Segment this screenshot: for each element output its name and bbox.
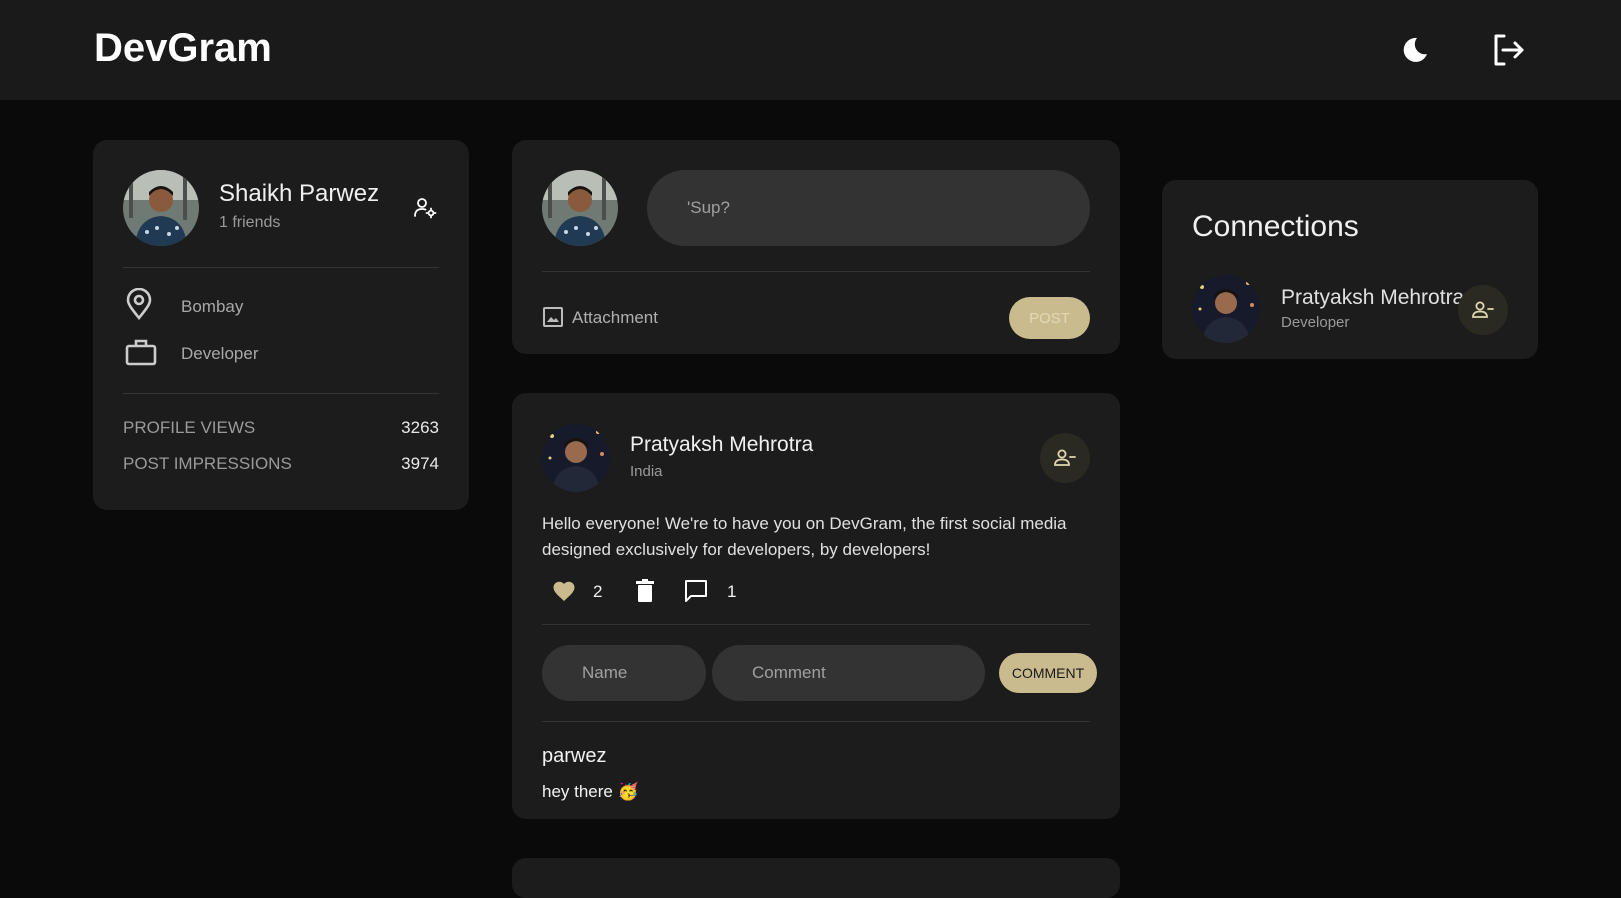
post-button[interactable]: POST [1009, 297, 1090, 339]
remove-connection-button[interactable] [1458, 285, 1508, 335]
divider [542, 271, 1090, 272]
manage-account-icon[interactable] [413, 196, 437, 220]
moon-icon[interactable] [1395, 30, 1435, 70]
person-remove-icon [1054, 449, 1076, 466]
comment-button[interactable]: COMMENT [999, 653, 1097, 693]
post-input[interactable] [647, 170, 1090, 246]
divider [542, 721, 1090, 722]
image-icon[interactable] [542, 306, 564, 328]
location-text: Bombay [181, 297, 244, 316]
occupation-text: Developer [181, 344, 259, 363]
connections-card: Connections Pratyaksh Mehrotra Developer [1162, 180, 1538, 359]
post-card [512, 858, 1120, 898]
friends-count: 1 friends [219, 214, 281, 231]
comment-count: 1 [727, 582, 737, 601]
divider [123, 393, 439, 394]
post-text-line: Hello everyone! We're to have you on Dev… [542, 514, 1067, 533]
person-remove-icon [1472, 301, 1494, 318]
logout-icon[interactable] [1488, 30, 1528, 70]
stat-value-post-impressions: 3974 [401, 454, 439, 473]
composer-card: Attachment POST [512, 140, 1120, 354]
divider [123, 267, 439, 268]
composer-avatar [542, 170, 618, 246]
attachment-label[interactable]: Attachment [572, 308, 658, 328]
stat-label-post-impressions: POST IMPRESSIONS [123, 454, 292, 473]
connection-name[interactable]: Pratyaksh Mehrotra [1281, 286, 1464, 310]
post-text-line: designed exclusively for developers, by … [542, 540, 931, 559]
post-text: Hello everyone! We're to have you on Dev… [542, 511, 1102, 563]
post-author-location: India [630, 463, 663, 480]
brand-logo[interactable]: DevGram [94, 26, 272, 71]
comment-icon[interactable] [684, 579, 708, 603]
connections-title: Connections [1192, 210, 1359, 243]
profile-card: Shaikh Parwez 1 friends Bombay Developer… [93, 140, 469, 510]
post-card: Pratyaksh Mehrotra India Hello everyone!… [512, 393, 1120, 819]
comment-text: hey there 🥳 [542, 782, 639, 801]
briefcase-icon [125, 338, 157, 366]
comment-text-input[interactable] [712, 645, 985, 701]
stat-value-profile-views: 3263 [401, 418, 439, 437]
profile-avatar[interactable] [123, 170, 199, 246]
stat-label-profile-views: PROFILE VIEWS [123, 418, 256, 437]
profile-name[interactable]: Shaikh Parwez [219, 180, 379, 208]
comment-name-input[interactable] [542, 645, 706, 701]
like-count: 2 [593, 582, 603, 601]
connection-occupation: Developer [1281, 314, 1350, 331]
remove-friend-button[interactable] [1040, 433, 1090, 483]
delete-icon[interactable] [636, 579, 654, 603]
heart-icon[interactable] [552, 580, 576, 602]
post-author-name[interactable]: Pratyaksh Mehrotra [630, 433, 813, 457]
comment-author: parwez [542, 745, 607, 767]
navbar: DevGram [0, 0, 1621, 100]
divider [542, 624, 1090, 625]
post-author-avatar[interactable] [542, 424, 610, 492]
connection-avatar[interactable] [1192, 275, 1260, 343]
location-icon [125, 287, 153, 321]
